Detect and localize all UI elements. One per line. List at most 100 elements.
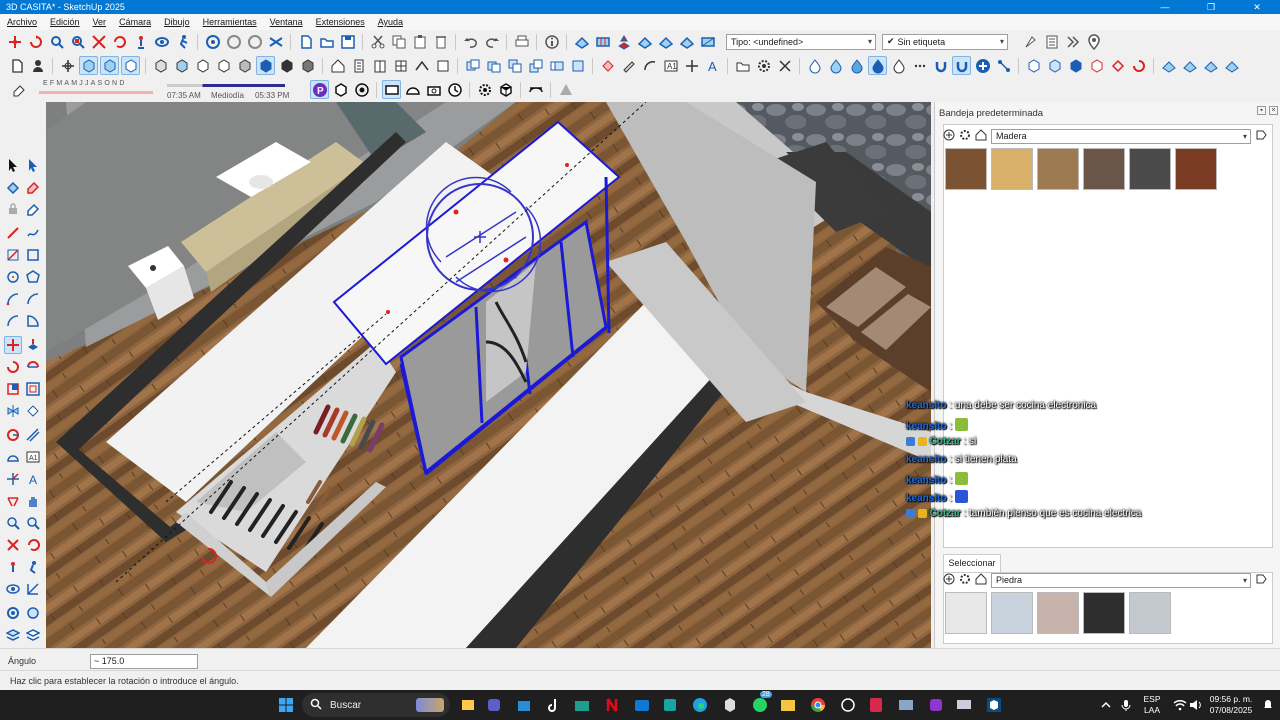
clock-icon[interactable] [445, 80, 464, 99]
material-swatch[interactable] [1083, 592, 1125, 634]
hex-1-icon[interactable] [1024, 56, 1043, 75]
new-file-icon[interactable] [296, 32, 315, 51]
top-view-icon[interactable] [172, 56, 191, 75]
dimension-icon[interactable] [24, 426, 42, 444]
flip-icon[interactable] [4, 402, 22, 420]
menu-dibujo[interactable]: Dibujo [157, 17, 196, 27]
polygon-icon[interactable] [24, 268, 42, 286]
material-swatch[interactable] [1129, 148, 1171, 190]
drop-5-icon[interactable] [889, 56, 908, 75]
building-icon[interactable] [349, 56, 368, 75]
add-detail-icon[interactable] [677, 32, 696, 51]
terrain-1-icon[interactable] [1159, 56, 1178, 75]
move-icon[interactable] [4, 336, 22, 354]
rectangle-icon[interactable] [4, 246, 22, 264]
folder-app-icon[interactable] [572, 695, 592, 715]
save-icon[interactable] [338, 32, 357, 51]
hex-2-icon[interactable] [1045, 56, 1064, 75]
terrain-3-icon[interactable] [1201, 56, 1220, 75]
zoom-window-left-icon[interactable] [24, 514, 42, 532]
teams-icon[interactable] [484, 695, 504, 715]
task-view-icon[interactable] [458, 695, 478, 715]
clock[interactable]: 09:56 p. m. 07/08/2025 [1206, 694, 1256, 716]
pie-icon[interactable] [24, 312, 42, 330]
component-icon[interactable] [224, 32, 243, 51]
drape-icon[interactable] [656, 32, 675, 51]
roof-icon[interactable] [412, 56, 431, 75]
stack-6-icon[interactable] [568, 56, 587, 75]
camera-icon[interactable] [424, 80, 443, 99]
month-slider[interactable] [39, 90, 153, 94]
chatgpt-icon[interactable] [838, 695, 858, 715]
twitch-app-icon[interactable] [926, 695, 946, 715]
right-view-icon[interactable] [214, 56, 233, 75]
material-swatch[interactable] [1129, 592, 1171, 634]
tag-eraser-icon[interactable] [24, 200, 42, 218]
3d-text-icon[interactable]: A [703, 56, 722, 75]
text-tool-icon[interactable]: A1 [24, 448, 42, 466]
tag-flag-icon[interactable] [1063, 32, 1082, 51]
details-arrow-icon[interactable] [1255, 573, 1267, 588]
magnet-2-icon[interactable] [952, 56, 971, 75]
drop-3-icon[interactable] [847, 56, 866, 75]
paint-icon[interactable] [619, 56, 638, 75]
add-circle-icon[interactable] [973, 56, 992, 75]
arc-3-icon[interactable] [4, 312, 22, 330]
measurement-input[interactable]: ~ 175.0 [90, 654, 198, 669]
remote-desktop-icon[interactable] [896, 695, 916, 715]
tool-red-icon[interactable] [1108, 56, 1127, 75]
zoom-icon[interactable] [47, 32, 66, 51]
sphere-icon[interactable] [24, 604, 42, 622]
hex-3-icon[interactable] [1066, 56, 1085, 75]
orbit-icon[interactable] [203, 32, 222, 51]
create-material-icon[interactable] [943, 573, 955, 588]
paint-bucket-icon[interactable] [4, 178, 22, 196]
arc-2-icon[interactable] [24, 290, 42, 308]
drop-2-icon[interactable] [826, 56, 845, 75]
erase-icon[interactable] [431, 32, 450, 51]
tiktok-icon[interactable] [544, 695, 564, 715]
section-fill-icon[interactable] [24, 580, 42, 598]
stack-2-icon[interactable] [484, 56, 503, 75]
home-icon[interactable] [975, 128, 987, 144]
material-swatch[interactable] [991, 592, 1033, 634]
notifications-icon[interactable] [1258, 695, 1278, 715]
print-icon[interactable] [512, 32, 531, 51]
tape-measure-icon[interactable] [4, 426, 22, 444]
undo-icon[interactable] [461, 32, 480, 51]
tray-close-icon[interactable]: × [1269, 106, 1278, 115]
look-around-left-icon[interactable] [4, 580, 22, 598]
home-icon[interactable] [975, 572, 987, 588]
minimize-button[interactable]: — [1142, 0, 1188, 14]
select-plus-icon[interactable] [24, 156, 42, 174]
axes-icon[interactable] [58, 56, 77, 75]
3d-text-left-icon[interactable]: A [24, 470, 42, 488]
axes-tool-icon[interactable] [682, 56, 701, 75]
wireframe-icon[interactable] [121, 56, 140, 75]
style-red-icon[interactable] [598, 56, 617, 75]
menu-ventana[interactable]: Ventana [263, 17, 309, 27]
details-arrow-icon[interactable] [1255, 129, 1267, 144]
connector-icon[interactable] [994, 56, 1013, 75]
zoom-extents-left-icon[interactable] [4, 536, 22, 554]
axes-tool-left-icon[interactable] [4, 470, 22, 488]
volume-icon[interactable] [1186, 695, 1206, 715]
scale-icon[interactable] [4, 380, 22, 398]
gear-app-icon[interactable] [720, 695, 740, 715]
terrain-4-icon[interactable] [1222, 56, 1241, 75]
paste-icon[interactable] [410, 32, 429, 51]
sketchup-taskbar-icon[interactable] [984, 695, 1004, 715]
media-icon[interactable] [660, 695, 680, 715]
rotate-icon[interactable] [4, 358, 22, 376]
arrow-curve-icon[interactable] [640, 56, 659, 75]
menu-herramientas[interactable]: Herramientas [196, 17, 263, 27]
text-label-icon[interactable]: A1 [661, 56, 680, 75]
material-swatch[interactable] [945, 592, 987, 634]
copy-icon[interactable] [389, 32, 408, 51]
stack-1-icon[interactable] [463, 56, 482, 75]
rotate-red-icon[interactable] [26, 32, 45, 51]
sandbox-from-contours-icon[interactable] [572, 32, 591, 51]
layers-icon[interactable] [4, 626, 22, 644]
house-icon[interactable] [328, 56, 347, 75]
eraser-icon[interactable] [9, 80, 28, 99]
